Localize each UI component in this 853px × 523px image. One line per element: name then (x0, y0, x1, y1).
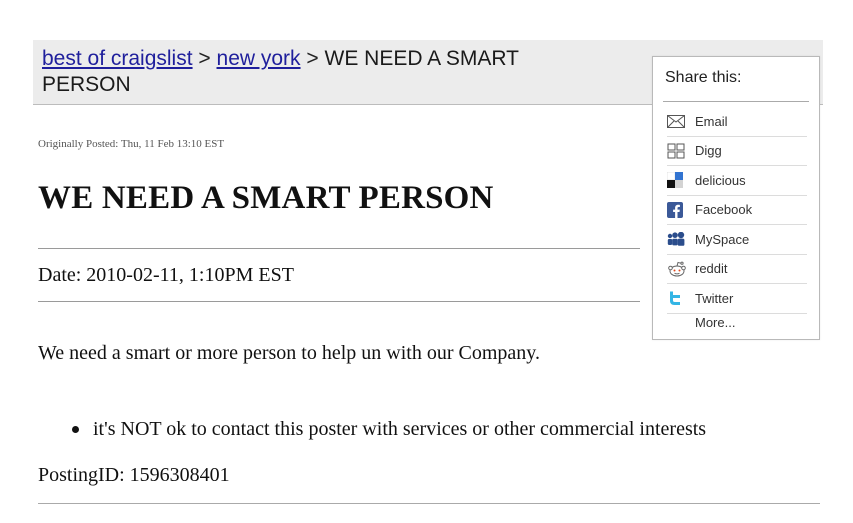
post-body: We need a smart or more person to help u… (38, 342, 540, 364)
share-item-label: delicious (695, 172, 746, 188)
myspace-icon (667, 230, 689, 248)
share-item-label: Email (695, 113, 728, 129)
divider (38, 301, 640, 302)
share-item-label: Facebook (695, 202, 753, 218)
facebook-icon (667, 201, 689, 219)
share-item-email[interactable]: Email (667, 107, 807, 137)
share-item-label: Digg (695, 143, 722, 159)
divider (38, 503, 820, 504)
posting-id: PostingID: 1596308401 (38, 464, 230, 486)
breadcrumb: best of craigslist > new york > WE NEED … (42, 46, 602, 98)
share-more-link[interactable]: More... (695, 315, 735, 330)
list-item: it's NOT ok to contact this poster with … (72, 418, 706, 441)
bullet-dot (72, 426, 79, 433)
breadcrumb-separator: > (198, 47, 211, 70)
post-disclaimer: it's NOT ok to contact this poster with … (93, 418, 707, 440)
twitter-icon (667, 289, 689, 307)
breadcrumb-link-new-york[interactable]: new york (217, 47, 301, 70)
share-title: Share this: (665, 69, 742, 86)
share-item-label: MySpace (695, 231, 750, 247)
share-item-twitter[interactable]: Twitter (667, 284, 807, 314)
reddit-icon (667, 260, 689, 278)
share-item-myspace[interactable]: MySpace (667, 225, 807, 255)
breadcrumb-link-best-of-craigslist[interactable]: best of craigslist (42, 47, 193, 70)
email-icon (667, 112, 689, 130)
digg-icon (667, 142, 689, 160)
share-box: Share this: Email Digg delicious Faceboo… (652, 56, 820, 340)
share-item-label: reddit (695, 261, 728, 277)
share-item-reddit[interactable]: reddit (667, 255, 807, 284)
post-date: Date: 2010-02-11, 1:10PM EST (38, 264, 294, 286)
share-item-facebook[interactable]: Facebook (667, 196, 807, 225)
share-item-label: Twitter (695, 290, 734, 306)
originally-posted: Originally Posted: Thu, 11 Feb 13:10 EST (38, 138, 225, 150)
share-item-delicious[interactable]: delicious (667, 166, 807, 196)
share-list: Email Digg delicious Facebook MySpace re… (667, 107, 807, 314)
divider (38, 248, 640, 249)
breadcrumb-separator: > (306, 47, 319, 70)
share-divider (663, 101, 809, 102)
delicious-icon (667, 171, 689, 189)
share-item-digg[interactable]: Digg (667, 137, 807, 166)
post-title: WE NEED A SMART PERSON (38, 180, 494, 216)
